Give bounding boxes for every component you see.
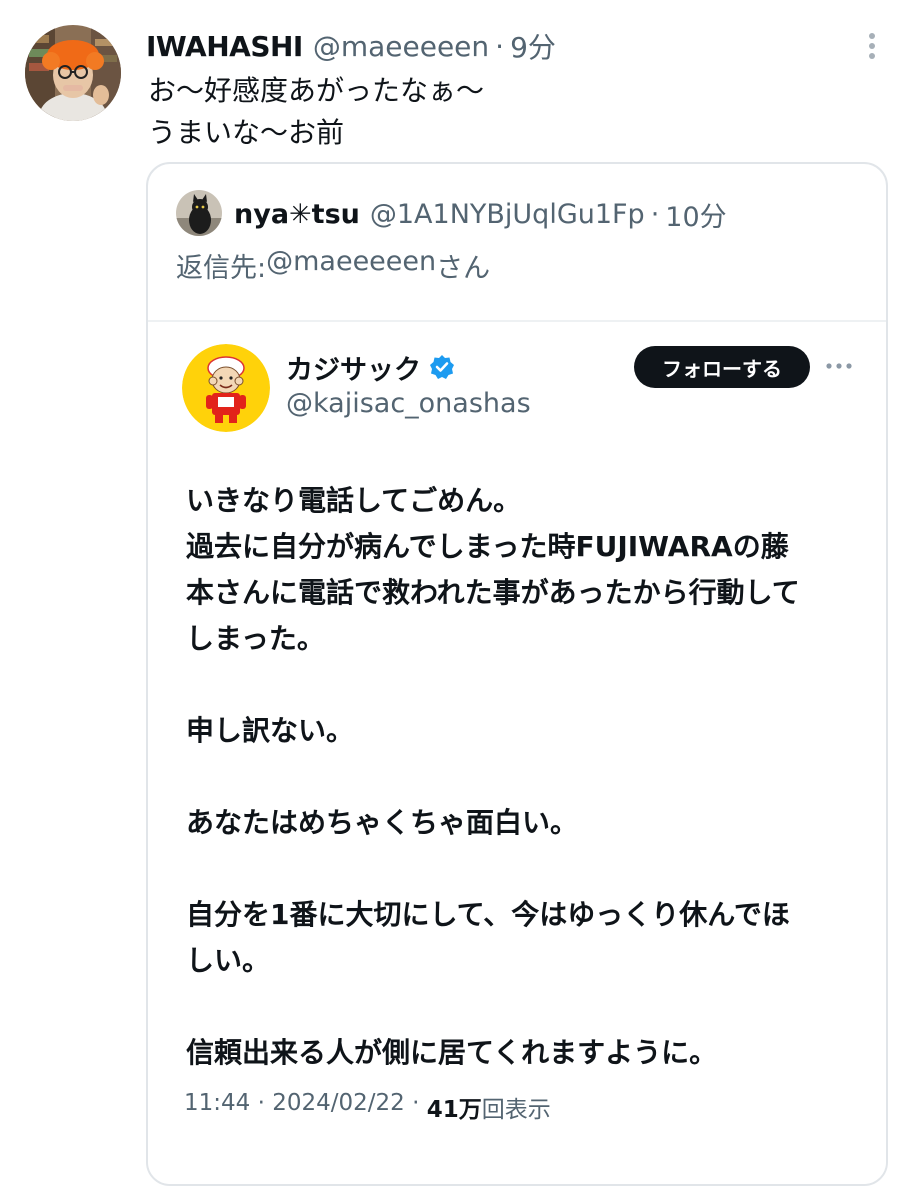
quote-timestamp[interactable]: 10分 bbox=[665, 195, 726, 234]
separator-dot: · bbox=[250, 1090, 273, 1116]
follow-button[interactable]: フォローする bbox=[634, 346, 810, 388]
outer-text-line: お〜好感度あがったなぁ〜 bbox=[148, 74, 485, 107]
quote-tweet-header: nya✳︎tsu @1A1NYBjUqlGu1Fp · 10分 bbox=[234, 192, 727, 236]
post-text-line: しい。 bbox=[186, 944, 271, 977]
outer-text-line: うまいな〜お前 bbox=[148, 116, 345, 149]
post-text-line: 申し訳ない。 bbox=[186, 714, 355, 747]
separator-dot: · bbox=[404, 1090, 427, 1116]
outer-timestamp[interactable]: 9分 bbox=[510, 26, 556, 66]
screenshot-page: IWAHASHI @maeeeeen · 9分 お〜好感度あがったなぁ〜 うまい… bbox=[0, 0, 918, 1200]
post-text-line: 信頼出来る人が側に居てくれますように。 bbox=[186, 1036, 718, 1069]
reply-to-suffix: さん bbox=[436, 253, 491, 284]
post-text-line: あなたはめちゃくちゃ面白い。 bbox=[186, 806, 579, 839]
outer-tweet-header: IWAHASHI @maeeeeen · 9分 bbox=[146, 26, 556, 66]
reply-to-prefix: 返信先: bbox=[176, 253, 267, 284]
reply-to-line: 返信先: @maeeeeen さん bbox=[176, 246, 490, 285]
post-text-line: 過去に自分が病んでしまった時FUJIWARAの藤 bbox=[186, 530, 789, 563]
post-text-line: 本さんに電話で救われた事があったから行動して bbox=[186, 576, 800, 609]
outer-tweet-text: お〜好感度あがったなぁ〜 うまいな〜お前 bbox=[148, 70, 484, 154]
quoted-tweet-card[interactable]: nya✳︎tsu @1A1NYBjUqlGu1Fp · 10分 返信先: @ma… bbox=[146, 162, 888, 1186]
cat-avatar-photo[interactable] bbox=[176, 190, 222, 236]
embedded-name-row: カジサック bbox=[286, 348, 455, 386]
post-paragraph: いきなり電話してごめん。 過去に自分が病んでしまった時FUJIWARAの藤 本さ… bbox=[186, 478, 866, 662]
views-label: 回表示 bbox=[481, 1097, 551, 1123]
post-paragraph: 自分を1番に大切にして、今はゆっくり休んでほ しい。 bbox=[186, 892, 866, 984]
user-avatar-photo[interactable] bbox=[25, 25, 121, 121]
embedded-display-name[interactable]: カジサック bbox=[286, 348, 421, 387]
reply-to-handle[interactable]: @maeeeeen bbox=[266, 246, 436, 285]
more-vertical-icon[interactable] bbox=[858, 30, 886, 62]
post-paragraph: 申し訳ない。 bbox=[186, 708, 866, 754]
quote-display-name[interactable]: nya✳︎tsu bbox=[234, 199, 360, 230]
outer-display-name[interactable]: IWAHASHI bbox=[146, 30, 303, 63]
verified-badge-icon bbox=[429, 354, 455, 380]
views-count[interactable]: 41万 bbox=[427, 1090, 482, 1124]
post-metadata-footer: 11:44 · 2024/02/22 · 41万 回表示 bbox=[184, 1090, 551, 1124]
separator-dot: · bbox=[650, 198, 660, 230]
post-text-line: いきなり電話してごめん。 bbox=[186, 484, 522, 517]
embedded-post-text: いきなり電話してごめん。 過去に自分が病んでしまった時FUJIWARAの藤 本さ… bbox=[186, 478, 866, 1076]
post-paragraph: あなたはめちゃくちゃ面白い。 bbox=[186, 800, 866, 846]
post-text-line: 自分を1番に大切にして、今はゆっくり休んでほ bbox=[186, 898, 790, 931]
mascot-avatar-icon[interactable] bbox=[182, 344, 270, 432]
post-text-line: しまった。 bbox=[186, 622, 325, 655]
quote-handle[interactable]: @1A1NYBjUqlGu1Fp bbox=[370, 199, 645, 230]
outer-handle[interactable]: @maeeeeen bbox=[313, 30, 489, 63]
separator-dot: · bbox=[495, 29, 505, 63]
post-paragraph: 信頼出来る人が側に居てくれますように。 bbox=[186, 1030, 866, 1076]
more-horizontal-icon[interactable] bbox=[824, 358, 854, 372]
post-time[interactable]: 11:44 bbox=[184, 1090, 250, 1124]
embedded-post-image[interactable]: カジサック @kajisac_onashas フォローする いきなり電話してごめ… bbox=[148, 320, 886, 1184]
post-date[interactable]: 2024/02/22 bbox=[272, 1090, 405, 1124]
embedded-handle[interactable]: @kajisac_onashas bbox=[286, 388, 531, 419]
